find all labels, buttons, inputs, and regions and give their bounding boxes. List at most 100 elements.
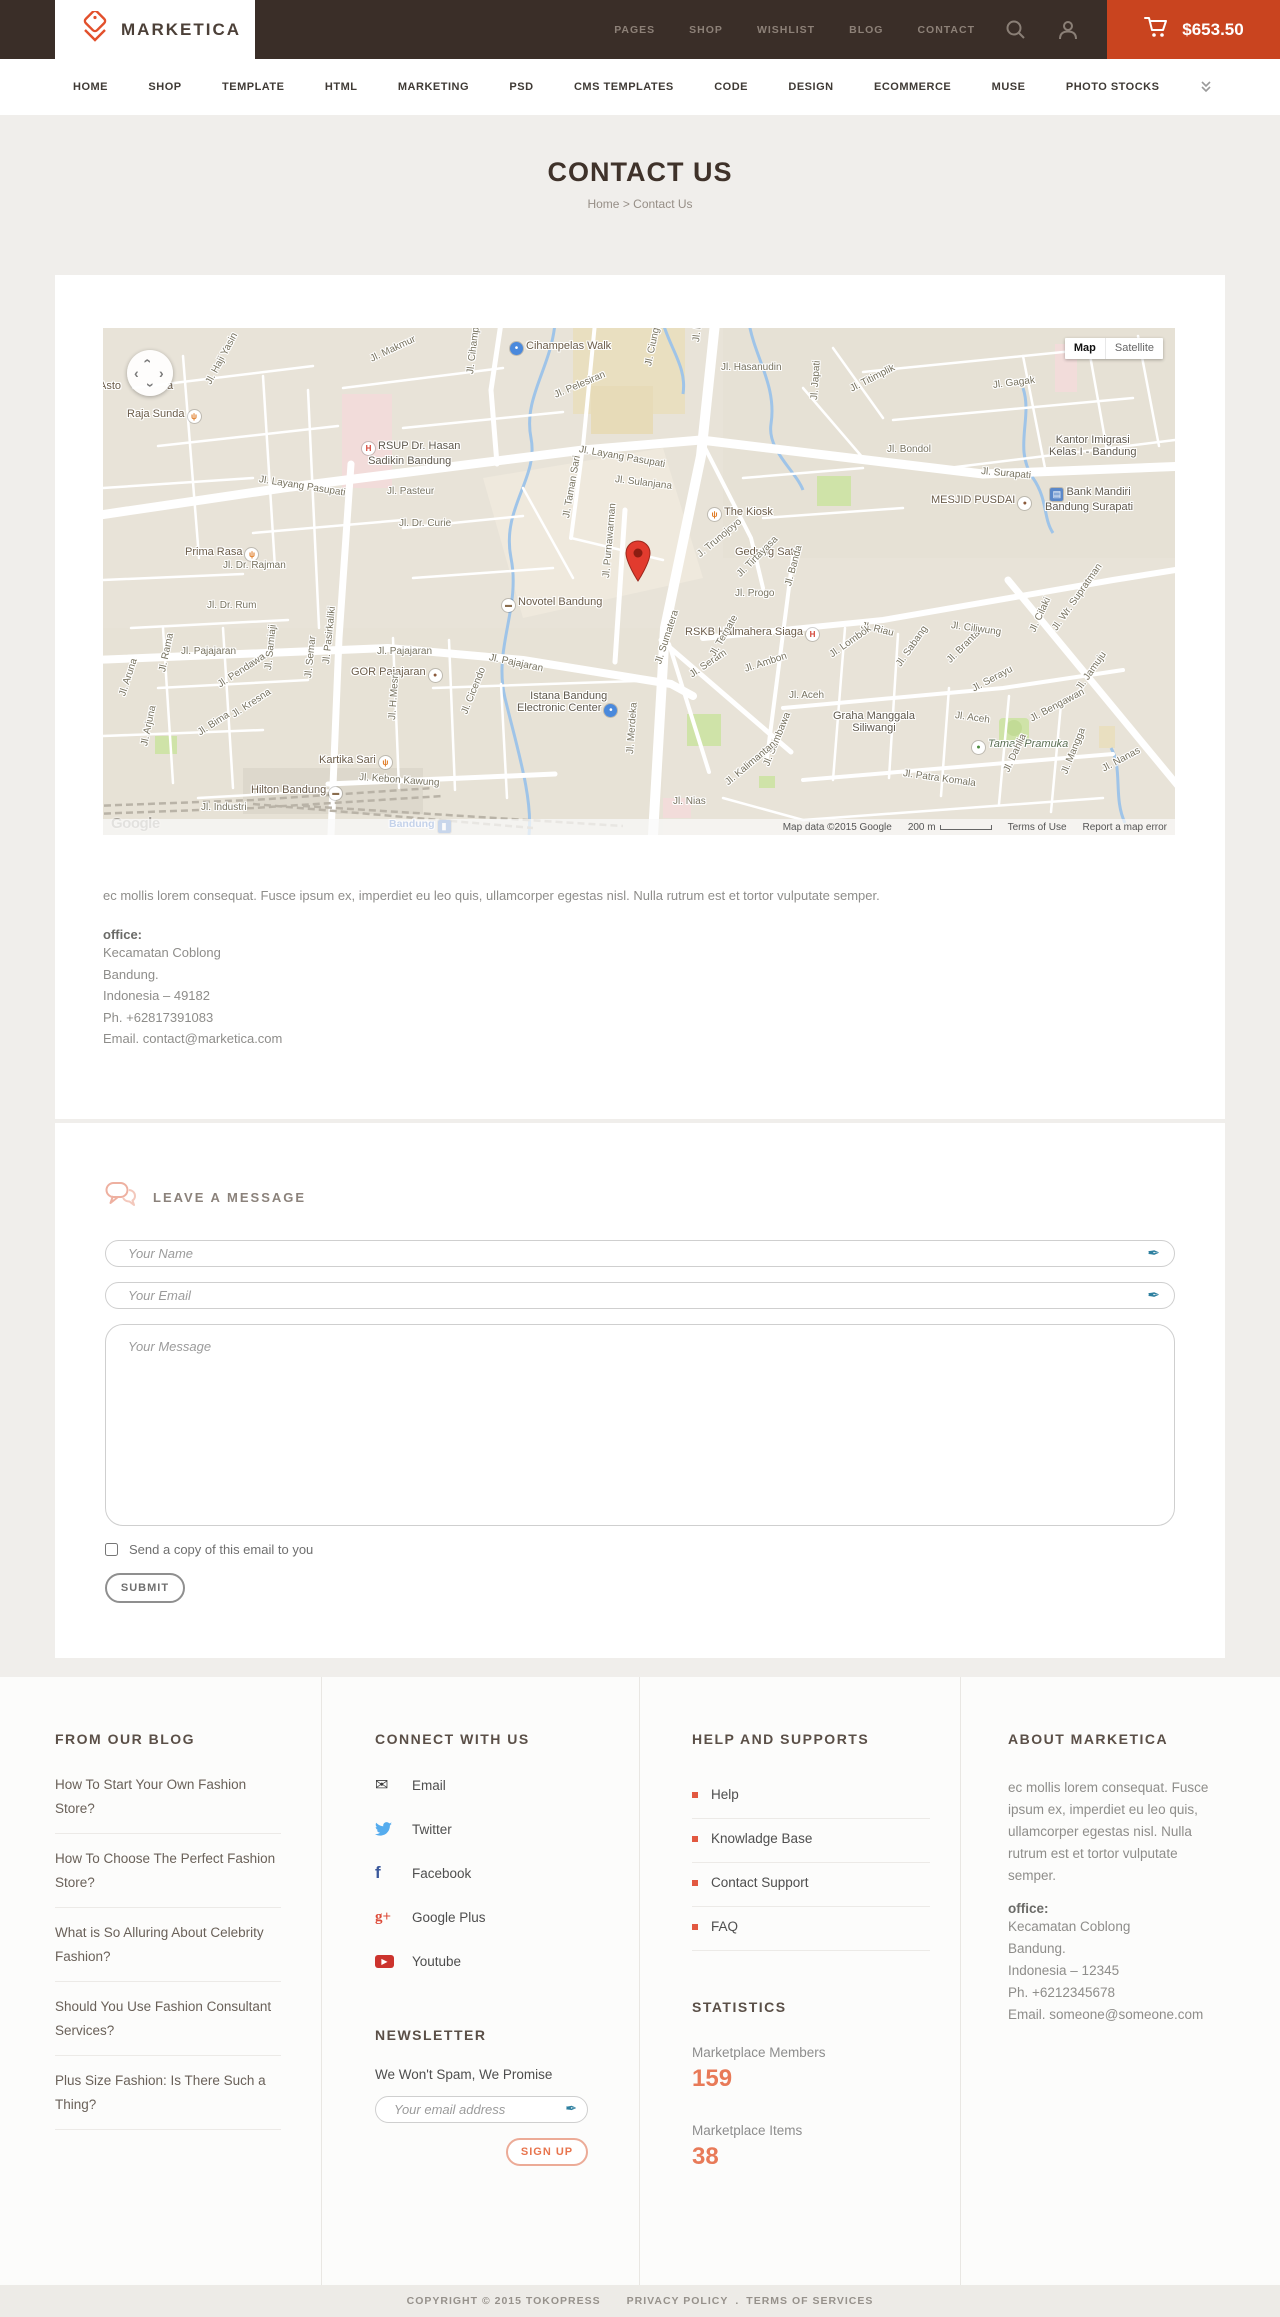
menu-item-html[interactable]: HTML: [325, 81, 358, 93]
menu-more-chevron-icon[interactable]: [1200, 80, 1212, 94]
menu-item-ecommerce[interactable]: ECOMMERCE: [874, 81, 951, 93]
name-input[interactable]: [105, 1240, 1175, 1267]
menu-item-muse[interactable]: MUSE: [992, 81, 1026, 93]
bottom-separator: .: [735, 2295, 740, 2307]
email-input[interactable]: [105, 1282, 1175, 1309]
menu-item-template[interactable]: TEMPLATE: [222, 81, 284, 93]
social-link-twitter[interactable]: Twitter: [375, 1817, 609, 1841]
help-list: Help Knowladge Base Contact Support FAQ: [692, 1787, 930, 1951]
map-label: Jl. Layang Pasupati: [578, 444, 666, 471]
help-link[interactable]: Knowladge Base: [692, 1831, 930, 1863]
map-label: Jl. Pajajaran: [487, 652, 545, 675]
pan-right-icon[interactable]: ›: [159, 366, 164, 380]
header-nav-pages[interactable]: PAGES: [614, 24, 655, 36]
map-view-button[interactable]: Map: [1064, 338, 1105, 359]
social-link-facebook[interactable]: f Facebook: [375, 1861, 609, 1885]
menu-item-code[interactable]: CODE: [714, 81, 748, 93]
members-stat-label: Marketplace Members: [692, 2045, 826, 2060]
email-icon: ✉: [375, 1777, 389, 1794]
map-label: Jl. Bondol: [887, 444, 931, 455]
footer-connect-column: CONNECT WITH US ✉ Email Twitter f Facebo…: [322, 1677, 640, 2285]
map-scale: 200 m: [908, 822, 992, 833]
help-link[interactable]: Help: [692, 1787, 930, 1819]
header-nav-wishlist[interactable]: WISHLIST: [757, 24, 815, 36]
map-label: Jl. Taman Sari: [561, 454, 583, 519]
map-label: RSKB Halmahera Siaga H: [685, 626, 822, 641]
social-link-youtube[interactable]: ▶ Youtube: [375, 1949, 609, 1973]
send-copy-option: Send a copy of this email to you: [105, 1542, 1175, 1557]
signup-button[interactable]: SIGN UP: [506, 2138, 588, 2166]
pan-left-icon[interactable]: ‹: [134, 366, 139, 380]
help-heading: HELP AND SUPPORTS: [692, 1731, 870, 1747]
help-link[interactable]: Contact Support: [692, 1875, 930, 1907]
header-nav-contact[interactable]: CONTACT: [917, 24, 975, 36]
blog-list: How To Start Your Own Fashion Store? How…: [55, 1773, 281, 2130]
park-icon: ●: [972, 741, 985, 754]
report-map-error-link[interactable]: Report a map error: [1083, 822, 1167, 833]
blog-link[interactable]: Plus Size Fashion: Is There Such a Thing…: [55, 2069, 281, 2130]
header-nav-blog[interactable]: BLOG: [849, 24, 883, 36]
menu-item-marketing[interactable]: MARKETING: [398, 81, 469, 93]
menu-item-cms-templates[interactable]: CMS TEMPLATES: [574, 81, 674, 93]
map-label: Jl. Cihampelas: [465, 328, 484, 375]
map-label: Jl. Purnawarman: [601, 502, 619, 579]
menu-item-design[interactable]: DESIGN: [788, 81, 833, 93]
message-form-card: LEAVE A MESSAGE ✒ ✒ Send a copy of this …: [55, 1123, 1225, 1658]
logo[interactable]: MARKETICA: [55, 0, 255, 59]
blog-link[interactable]: How To Start Your Own Fashion Store?: [55, 1773, 281, 1834]
menu-item-photo-stocks[interactable]: PHOTO STOCKS: [1066, 81, 1160, 93]
newsletter-email-input[interactable]: [375, 2096, 588, 2123]
hospital-icon: H: [806, 628, 820, 641]
help-link-label: Help: [711, 1787, 739, 1802]
map-label: Jl. Serayu: [970, 663, 1015, 695]
satellite-view-button[interactable]: Satellite: [1104, 338, 1163, 359]
map-scale-label: 200 m: [907, 821, 936, 833]
blog-link[interactable]: Should You Use Fashion Consultant Servic…: [55, 1995, 281, 2056]
map-label: Jl. Makmur: [368, 333, 418, 365]
contact-intro-text: ec mollis lorem consequat. Fusce ipsum e…: [103, 888, 880, 903]
contact-info-card: AstoaRaja SundaψJl. Haji YasinJl. Makmur…: [55, 275, 1225, 1119]
shopping-icon: •: [604, 704, 618, 717]
pan-up-icon[interactable]: ‹: [140, 359, 156, 364]
cart-icon: [1143, 14, 1169, 45]
map-label: Jl. H.Mesri: [387, 672, 402, 721]
social-link-google-plus[interactable]: g+ Google Plus: [375, 1905, 609, 1929]
user-icon[interactable]: [1057, 0, 1079, 59]
blog-link[interactable]: What is So Alluring About Celebrity Fash…: [55, 1921, 281, 1982]
map-label: Jl. Sulanjana: [614, 474, 673, 492]
map-pan-control[interactable]: ‹ ‹ ‹ ›: [127, 350, 173, 396]
restaurant-icon: ψ: [708, 508, 721, 521]
menu-item-shop[interactable]: SHOP: [148, 81, 181, 93]
page-hero: CONTACT US Home > Contact Us: [0, 115, 1280, 275]
form-heading-label: LEAVE A MESSAGE: [153, 1190, 307, 1205]
search-icon[interactable]: [1005, 0, 1027, 59]
blog-link[interactable]: How To Choose The Perfect Fashion Store?: [55, 1847, 281, 1908]
address-line: Kecamatan Coblong: [103, 945, 221, 960]
message-textarea[interactable]: [105, 1324, 1175, 1526]
privacy-policy-link[interactable]: PRIVACY POLICY: [627, 2295, 729, 2307]
map-label: Jl. Semar: [303, 635, 319, 679]
google-map[interactable]: AstoaRaja SundaψJl. Haji YasinJl. Makmur…: [103, 328, 1175, 835]
map-label: Jl. Aceh: [789, 690, 825, 701]
send-copy-checkbox[interactable]: [105, 1543, 118, 1556]
menu-item-psd[interactable]: PSD: [509, 81, 533, 93]
help-link[interactable]: FAQ: [692, 1919, 930, 1951]
terms-of-use-link[interactable]: Terms of Use: [1008, 822, 1067, 833]
header-nav-shop[interactable]: SHOP: [689, 24, 723, 36]
contact-form: ✒ ✒ Send a copy of this email to you SUB…: [105, 1240, 1175, 1603]
map-label: Jl. Nanas: [1100, 745, 1143, 775]
page-title: CONTACT US: [547, 157, 733, 187]
map-marker-pin[interactable]: [625, 540, 651, 587]
map-label: Jl. Pasirkaliki: [321, 605, 339, 665]
terms-of-services-link[interactable]: TERMS OF SERVICES: [746, 2295, 873, 2307]
map-label: Jl. Wr. Supratman: [1050, 561, 1105, 633]
map-label: Jl. Gagak: [992, 374, 1036, 391]
map-label: ▤ Bank Mandiri Bandung Surapati: [1045, 486, 1134, 513]
social-link-email[interactable]: ✉ Email: [375, 1773, 609, 1797]
menu-item-home[interactable]: HOME: [73, 81, 108, 93]
pan-down-icon[interactable]: ‹: [140, 383, 156, 388]
cart-button[interactable]: $653.50: [1107, 0, 1280, 59]
submit-button[interactable]: SUBMIT: [105, 1573, 185, 1603]
map-label: Jl. Kresna: [229, 686, 274, 721]
breadcrumb-home-link[interactable]: Home: [587, 197, 619, 211]
